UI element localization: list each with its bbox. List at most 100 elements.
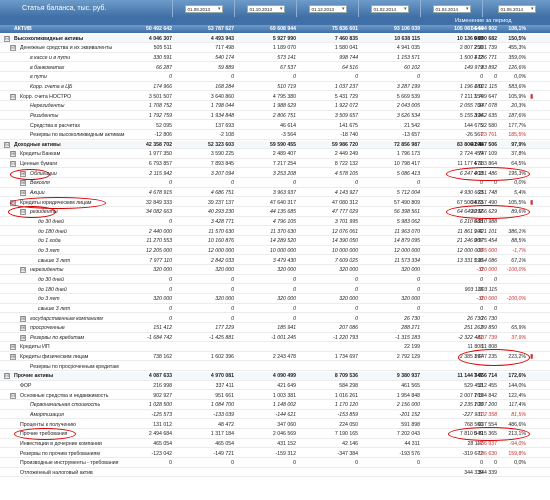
row-value-2: 320 000	[215, 296, 234, 303]
table-row[interactable]: ⊞ Кредиты ИП 22 199 11 808 11 808	[0, 343, 550, 352]
expand-toggle-icon[interactable]: ⊞	[10, 344, 16, 351]
row-value-5: 93 106 039	[394, 26, 420, 32]
expand-toggle-icon[interactable]: ⊞	[20, 190, 26, 197]
row-value-2: 0	[231, 180, 234, 187]
row-value-1	[127, 343, 172, 351]
table-row[interactable]: ⊞ Кредиты Банкам 1 977 350 3 590 225 2 489 4…	[0, 150, 550, 159]
collapse-toggle-icon[interactable]: ⊟	[20, 209, 26, 216]
table-row[interactable]: ⊟ Корр. счета НОСТРО 3 501 507 3 640 860 4 7…	[0, 93, 550, 101]
row-value-5: 288 271	[401, 325, 420, 332]
row-value-1: 4 046 307	[148, 35, 172, 42]
chart-icon[interactable]: ▮	[530, 353, 533, 361]
table-row[interactable]: ⊟ Денежные средства и их эквиваленты 505 5…	[0, 44, 550, 53]
table-row[interactable]: ⊞ Кредиты физическим лицам 738 162 1 602 39…	[0, 353, 550, 362]
table-row[interactable]: ⊟ Прочие активы 4 087 633 4 970 081 4 090 49…	[0, 372, 550, 381]
collapse-toggle-icon[interactable]: ⊟	[4, 35, 10, 42]
row-value-5: 7 202 043	[396, 431, 420, 438]
row-value-1: 505 511	[153, 45, 172, 52]
date-select-6[interactable]: 01.06.2014	[497, 4, 536, 13]
row-value-2: 0	[231, 315, 234, 322]
row-value-2: 717 498	[215, 45, 234, 52]
row-value-1: 0	[169, 74, 172, 81]
row-label: Резервы по кредитам	[30, 334, 85, 341]
expand-toggle-icon[interactable]: ⊞	[10, 354, 16, 361]
expand-toggle-icon[interactable]: ⊞	[20, 315, 26, 322]
collapse-toggle-icon[interactable]: ⊟	[20, 267, 26, 274]
row-value-3: 2 243 478	[272, 354, 296, 361]
row-value-4: 59 986 720	[332, 141, 358, 148]
table-row[interactable]: ⊟ нерезиденты 320 000 320 000 320 000 320 000…	[0, 266, 550, 275]
row-change: -23 761	[479, 132, 497, 139]
date-select-3[interactable]: 01.12.2013	[308, 4, 347, 13]
date-select-5[interactable]: 01.04.2014	[432, 4, 471, 13]
row-label: Первоначальная стоимость	[30, 402, 101, 409]
row-value-5: 10 638 115	[394, 35, 420, 42]
row-value-5: 461 565	[401, 383, 420, 390]
row-value-5: 60 102	[404, 64, 420, 71]
row-value-4	[313, 343, 358, 351]
row-label: Проценты к получению	[20, 421, 76, 428]
table-row[interactable]: ⊟ Ценные бумаги 6 793 857 7 893 845 7 217 25…	[0, 160, 550, 169]
collapse-toggle-icon[interactable]: ⊟	[10, 392, 16, 399]
collapse-toggle-icon[interactable]: ⊟	[4, 141, 10, 148]
chart-icon[interactable]: ▮	[530, 199, 533, 207]
table-row[interactable]: ⊞ просроченные 151 412 177 229 185 941 207 08…	[0, 324, 550, 333]
row-value-1: 151 412	[153, 325, 172, 332]
row-value-2: -133 039	[213, 412, 234, 418]
table-row[interactable]: ⊟ Высоколиквидные активы 4 046 307 4 493 94…	[0, 34, 550, 44]
row-value-5: 44 311	[404, 440, 420, 447]
row-value-3: 431 152	[277, 440, 296, 447]
row-value-5: 4 941 035	[396, 45, 420, 52]
table-row: Прочие требования 2 494 684 1 317 184 2 046…	[0, 430, 550, 439]
row-change: 1 186 771	[473, 54, 497, 61]
expand-toggle-icon[interactable]: ⊞	[10, 151, 16, 158]
row-label: Кредиты ИП	[20, 344, 50, 351]
expand-toggle-icon[interactable]: ⊞	[20, 325, 26, 332]
table-row[interactable]: ⊟ Доходные активы 42 358 702 52 323 603 59 5…	[0, 140, 550, 150]
row-value-4: 1 580 041	[334, 45, 358, 52]
row-value-3	[251, 469, 296, 477]
row-value-3: 3 253 208	[272, 170, 296, 177]
row-value-1: 330 591	[153, 54, 172, 61]
table-row[interactable]: ⊟ резиденты 34 082 663 40 293 230 44 135 685…	[0, 208, 550, 217]
row-label: Кредиты физическим лицам	[20, 354, 89, 361]
table-row[interactable]: ⊞ Облигации 2 115 942 3 207 094 3 253 208 4 5…	[0, 170, 550, 179]
expand-toggle-icon[interactable]: ⊞	[20, 170, 26, 177]
collapse-toggle-icon[interactable]: ⊟	[4, 373, 10, 380]
table-row[interactable]: ⊞ Векселя 0 0 0 0 0 0 0 0,0%	[0, 179, 550, 188]
row-label: до 3 лет	[38, 247, 60, 254]
table-row[interactable]: ⊟ Кредиты юридическим лицам 32 849 333 39 2…	[0, 199, 550, 208]
row-label: Корр. счета в ЦБ	[30, 83, 73, 90]
table-row[interactable]: ⊞ Резервы по кредитам -1 684 742 -1 425 881…	[0, 334, 550, 343]
collapse-toggle-icon[interactable]: ⊟	[10, 93, 16, 100]
row-change-percent: 187,6%	[508, 112, 526, 119]
table-row[interactable]: ⊞ государственным компаниям 0 0 0 0 26 730 26 7…	[0, 315, 550, 323]
row-value-5: 0	[417, 286, 420, 293]
collapse-toggle-icon[interactable]: ⊟	[10, 161, 16, 168]
table-row: Инвестиции в дочерние компании 465 054 465…	[0, 440, 550, 449]
table-row: до 3 лет 12 205 000 12 000 000 10 000 000 10…	[0, 247, 550, 256]
date-select-1[interactable]: 01.08.2013	[184, 4, 223, 13]
expand-toggle-icon[interactable]: ⊞	[20, 334, 26, 341]
row-value-3: 0	[293, 460, 296, 467]
expand-toggle-icon[interactable]: ⊞	[20, 180, 26, 187]
row-value-1: 52 095	[156, 122, 172, 129]
chart-icon[interactable]: ▮	[530, 93, 533, 101]
table-row[interactable]: ⊞ Акции 4 678 915 4 686 751 3 963 937 4 143 9…	[0, 189, 550, 198]
collapse-toggle-icon[interactable]: ⊟	[10, 45, 16, 52]
row-value-1: 2 115 942	[149, 170, 172, 177]
collapse-toggle-icon[interactable]: ⊟	[10, 199, 16, 206]
row-value-1: -1 684 742	[147, 334, 172, 341]
date-select-2[interactable]: 01.10.2013	[246, 4, 285, 13]
row-change-percent	[498, 343, 526, 351]
table-row[interactable]: ⊟ Основные средства и недвижимость 902 927…	[0, 392, 550, 401]
row-value-3: 2 046 569	[272, 431, 296, 438]
row-value-3: 3 963 937	[272, 190, 296, 197]
row-value-2: 48 472	[218, 421, 234, 428]
row-value-4: 12 076 061	[332, 228, 358, 235]
date-select-4[interactable]: 01.02.2014	[370, 4, 409, 13]
row-change-percent: 5,4%	[514, 190, 526, 197]
row-value-1: 2 494 684	[148, 431, 172, 438]
row-label: Производные инструменты - требования	[20, 460, 119, 467]
row-value-3: 320 000	[277, 296, 296, 303]
